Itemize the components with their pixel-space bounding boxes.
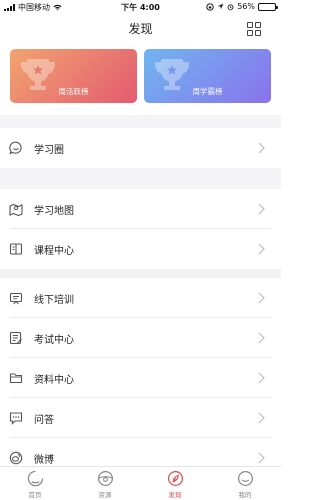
chevron-right-icon: [258, 142, 265, 154]
menu-item-label: 学习地图: [34, 206, 74, 217]
tab-label: 资源: [98, 491, 112, 499]
chevron-right-icon: [258, 332, 265, 344]
chevron-right-icon: [258, 292, 265, 304]
menu-item-course-center[interactable]: 课程中心: [0, 229, 281, 269]
tab-label: 发现: [168, 491, 182, 499]
nav-bar: 发现: [0, 14, 281, 44]
menu-item-learning-map[interactable]: 学习地图: [0, 189, 281, 229]
book-icon: [9, 243, 23, 255]
battery-percent: 56%: [237, 2, 255, 11]
menu-item-label: 学习圈: [34, 145, 64, 156]
menu-item-resource-center[interactable]: 资料中心: [0, 358, 281, 398]
page-title: 发现: [128, 22, 153, 36]
menu-item-label: 资料中心: [34, 375, 74, 386]
menu-item-label: 线下培训: [34, 295, 74, 306]
map-icon: [9, 203, 23, 216]
resource-icon: [97, 470, 113, 487]
chat-icon: [9, 412, 23, 425]
chevron-right-icon: [258, 243, 265, 255]
chevron-right-icon: [258, 372, 265, 384]
section-divider: [0, 168, 281, 189]
folder-icon: [9, 373, 23, 384]
presentation-icon: [9, 292, 23, 305]
card-label: 周活跃榜: [58, 87, 89, 96]
lock-rotation-icon: [206, 2, 214, 11]
exam-icon: [9, 331, 22, 345]
status-bar: 中国移动 下午 4:00 56%: [0, 0, 281, 14]
menu-item-exam-center[interactable]: 考试中心: [0, 318, 281, 358]
menu-item-offline-training[interactable]: 线下培训: [0, 278, 281, 318]
tab-label: 我的: [238, 491, 252, 499]
menu-item-qa[interactable]: 问答: [0, 398, 281, 438]
section-divider: [0, 115, 281, 128]
card-label: 周学霸榜: [192, 87, 223, 96]
menu-item-label: 考试中心: [34, 335, 74, 346]
menu-item-study-circle[interactable]: 学习圈: [0, 128, 281, 168]
discover-icon: [167, 470, 183, 487]
alarm-icon: [227, 3, 234, 10]
tab-bar: 首页 资源 发现 我的: [0, 466, 281, 500]
menu-item-label: 课程中心: [34, 246, 74, 257]
tab-resources[interactable]: 资源: [80, 470, 130, 499]
tab-profile[interactable]: 我的: [220, 470, 270, 499]
home-icon: [27, 470, 43, 487]
battery-icon: [258, 2, 278, 11]
profile-icon: [237, 470, 253, 487]
section-divider: [0, 269, 281, 278]
weekly-top-student-ranking-card[interactable]: 周学霸榜: [144, 49, 271, 103]
chevron-right-icon: [258, 203, 265, 215]
chevron-right-icon: [258, 412, 265, 424]
weibo-icon: [9, 451, 23, 465]
smiley-chat-icon: [9, 141, 22, 155]
tab-label: 首页: [28, 491, 42, 499]
menu-item-label: 问答: [34, 415, 54, 426]
status-right: 56%: [206, 2, 278, 11]
tab-discover[interactable]: 发现: [150, 470, 200, 499]
chevron-right-icon: [258, 452, 265, 464]
menu-item-label: 微博: [34, 455, 54, 466]
weekly-active-ranking-card[interactable]: 周活跃榜: [10, 49, 137, 103]
location-arrow-icon: [217, 3, 224, 10]
grid-icon[interactable]: [247, 22, 261, 36]
tab-home[interactable]: 首页: [10, 470, 60, 499]
